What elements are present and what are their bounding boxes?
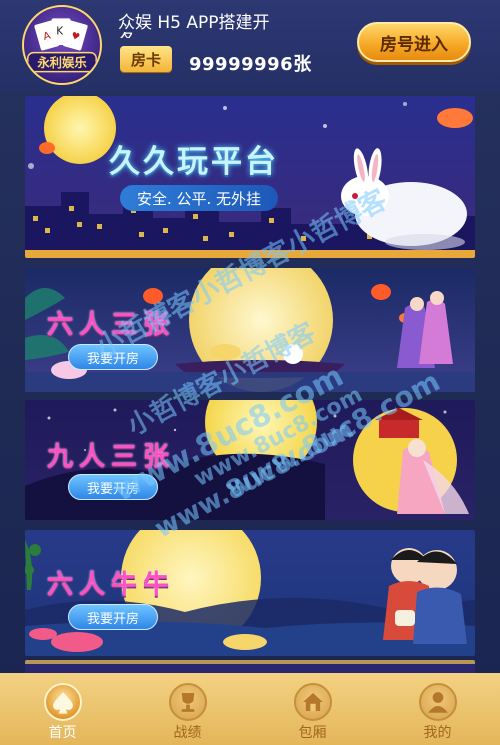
- game-banner-nine-three[interactable]: 九人三张 我要开房: [25, 400, 475, 520]
- trophy-icon: [169, 683, 207, 721]
- game-title: 六人牛牛: [47, 570, 176, 600]
- lantern-icon: [437, 108, 473, 128]
- game-banner-partial[interactable]: [25, 660, 475, 674]
- user-icon: [419, 683, 457, 721]
- app-logo: A K ♥ 永利娱乐: [22, 5, 102, 85]
- bottom-nav: 首页 战绩 包厢 我的: [0, 673, 500, 745]
- nav-item-home[interactable]: 首页: [0, 673, 125, 745]
- game-banner-six-three[interactable]: 六人三张 我要开房: [25, 268, 475, 392]
- lotus-icon: [51, 632, 103, 652]
- app-title: 众娱 H5 APP搭建开: [118, 13, 270, 33]
- nav-item-records[interactable]: 战绩: [125, 673, 250, 745]
- svg-text:K: K: [56, 26, 64, 38]
- logo-text: 永利娱乐: [36, 55, 87, 70]
- spade-icon: [44, 683, 82, 721]
- game-title: 九人三张: [47, 442, 176, 472]
- app-title-overflow: 发: [118, 32, 138, 38]
- create-room-button[interactable]: 我要开房: [68, 604, 158, 630]
- platform-banner: 久久玩平台 安全. 公平. 无外挂: [25, 96, 475, 258]
- join-room-button[interactable]: 房号进入: [357, 22, 471, 62]
- room-card-count: 99999996张: [189, 54, 312, 75]
- game-banner-six-niuniu[interactable]: 六人牛牛 我要开房: [25, 530, 475, 656]
- room-card-badge: 房卡: [120, 46, 172, 72]
- game-title: 六人三张: [47, 310, 176, 340]
- nav-label: 战绩: [173, 725, 202, 741]
- platform-title: 久久玩平台: [109, 144, 279, 180]
- nav-label: 我的: [423, 725, 452, 741]
- nav-item-private-room[interactable]: 包厢: [250, 673, 375, 745]
- nav-label: 包厢: [298, 725, 327, 741]
- lantern-icon: [143, 288, 163, 304]
- nav-item-profile[interactable]: 我的: [375, 673, 500, 745]
- nav-label: 首页: [48, 725, 77, 741]
- home-icon: [294, 683, 332, 721]
- create-room-button[interactable]: 我要开房: [68, 344, 158, 370]
- platform-slogan: 安全. 公平. 无外挂: [120, 185, 278, 211]
- create-room-button[interactable]: 我要开房: [68, 474, 158, 500]
- header: A K ♥ 永利娱乐 众娱 H5 APP搭建开 发 房卡 99999996张 房…: [0, 0, 500, 92]
- cards-logo-icon: A K ♥ 永利娱乐: [27, 18, 97, 73]
- child-couple-icon: [383, 548, 467, 644]
